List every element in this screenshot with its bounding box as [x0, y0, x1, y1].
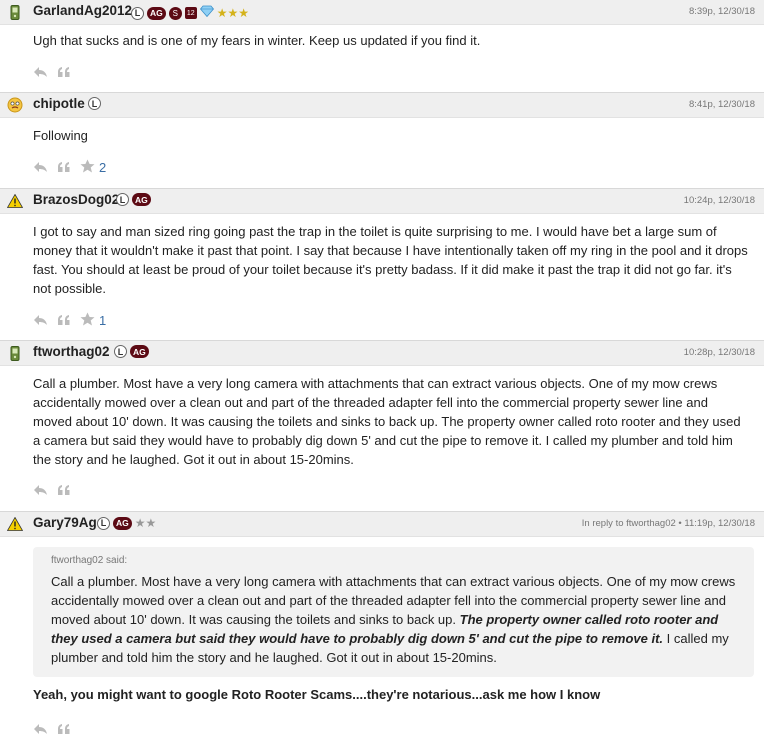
- reply-icon[interactable]: [33, 65, 48, 81]
- lifetime-badge: L: [116, 193, 129, 206]
- user-badges: L AG: [114, 345, 149, 358]
- quote-icon[interactable]: [57, 65, 71, 81]
- post-body: Call a plumber. Most have a very long ca…: [33, 376, 741, 467]
- user-badges: L: [88, 97, 101, 110]
- post-header: Gary79Ag L AG ★★ In reply to ftworthag02…: [0, 512, 764, 537]
- post-header: GarlandAg2012 L AG S 12 ★★★ 8:39p, 12/30…: [0, 0, 764, 25]
- emoji-icon: [7, 97, 23, 113]
- username[interactable]: Gary79Ag: [33, 515, 97, 530]
- post-body: Yeah, you might want to google Roto Root…: [33, 687, 601, 702]
- post-body: Following: [33, 128, 88, 143]
- phone-icon: [7, 4, 23, 20]
- post: Gary79Ag L AG ★★ In reply to ftworthag02…: [0, 512, 764, 738]
- phone-icon: [7, 345, 23, 361]
- ag-badge: AG: [147, 6, 166, 20]
- username[interactable]: ftworthag02: [33, 344, 110, 359]
- lifetime-badge: L: [114, 345, 127, 358]
- post-header: chipotle L 8:41p, 12/30/18: [0, 93, 764, 118]
- diamond-icon: [199, 4, 214, 22]
- post-header: BrazosDog02 L AG 10:24p, 12/30/18: [0, 189, 764, 214]
- reply-icon[interactable]: [33, 722, 48, 738]
- post: BrazosDog02 L AG 10:24p, 12/30/18 I got …: [0, 189, 764, 341]
- post: GarlandAg2012 L AG S 12 ★★★ 8:39p, 12/30…: [0, 0, 764, 93]
- twelfth-man-badge: 12: [184, 7, 197, 19]
- post-timestamp: 8:41p, 12/30/18: [688, 99, 755, 110]
- warning-icon: [7, 193, 23, 209]
- user-badges: L AG ★★: [97, 516, 156, 530]
- like-count[interactable]: 1: [99, 313, 106, 328]
- lifetime-badge: L: [131, 6, 144, 20]
- quote-icon[interactable]: [57, 313, 71, 329]
- quote-icon[interactable]: [57, 483, 71, 499]
- reply-icon[interactable]: [33, 160, 48, 176]
- lifetime-badge: L: [88, 97, 101, 110]
- post-body: I got to say and man sized ring going pa…: [33, 224, 748, 296]
- post-actions: 2: [0, 159, 764, 176]
- post-timestamp: 10:24p, 12/30/18: [683, 195, 755, 206]
- star-rating: ★★: [134, 516, 157, 530]
- quote-block: ftworthag02 said: Call a plumber. Most h…: [33, 547, 754, 677]
- ag-badge: AG: [132, 193, 151, 206]
- post-header: ftworthag02 L AG 10:28p, 12/30/18: [0, 341, 764, 366]
- quote-icon[interactable]: [57, 160, 71, 176]
- warning-icon: [7, 516, 23, 532]
- reply-icon[interactable]: [33, 313, 48, 329]
- star-rating: ★★★: [216, 6, 250, 20]
- post-actions: [0, 722, 764, 738]
- post-body: Ugh that sucks and is one of my fears in…: [33, 33, 481, 48]
- post-timestamp[interactable]: In reply to ftworthag02 • 11:19p, 12/30/…: [582, 518, 755, 529]
- username[interactable]: GarlandAg2012: [33, 3, 132, 18]
- post-timestamp: 10:28p, 12/30/18: [683, 347, 755, 358]
- lifetime-badge: L: [97, 516, 110, 530]
- star-icon[interactable]: [80, 312, 95, 329]
- user-badges: L AG S 12 ★★★: [131, 4, 249, 22]
- team-badge-icon: S: [168, 6, 182, 20]
- post-actions: 1: [0, 312, 764, 329]
- post-timestamp: 8:39p, 12/30/18: [688, 6, 755, 17]
- post: chipotle L 8:41p, 12/30/18 Following 2: [0, 93, 764, 189]
- username[interactable]: chipotle: [33, 96, 85, 111]
- post-actions: [0, 65, 764, 81]
- post-actions: [0, 483, 764, 499]
- quote-attribution[interactable]: ftworthag02 said:: [51, 555, 736, 566]
- ag-badge: AG: [130, 345, 149, 358]
- reply-icon[interactable]: [33, 483, 48, 499]
- user-badges: L AG: [116, 193, 151, 206]
- post: ftworthag02 L AG 10:28p, 12/30/18 Call a…: [0, 341, 764, 512]
- quote-icon[interactable]: [57, 722, 71, 738]
- quote-text: Call a plumber. Most have a very long ca…: [51, 572, 736, 667]
- star-icon[interactable]: [80, 159, 95, 176]
- ag-badge: AG: [113, 516, 132, 530]
- like-count[interactable]: 2: [99, 160, 106, 175]
- username[interactable]: BrazosDog02: [33, 192, 119, 207]
